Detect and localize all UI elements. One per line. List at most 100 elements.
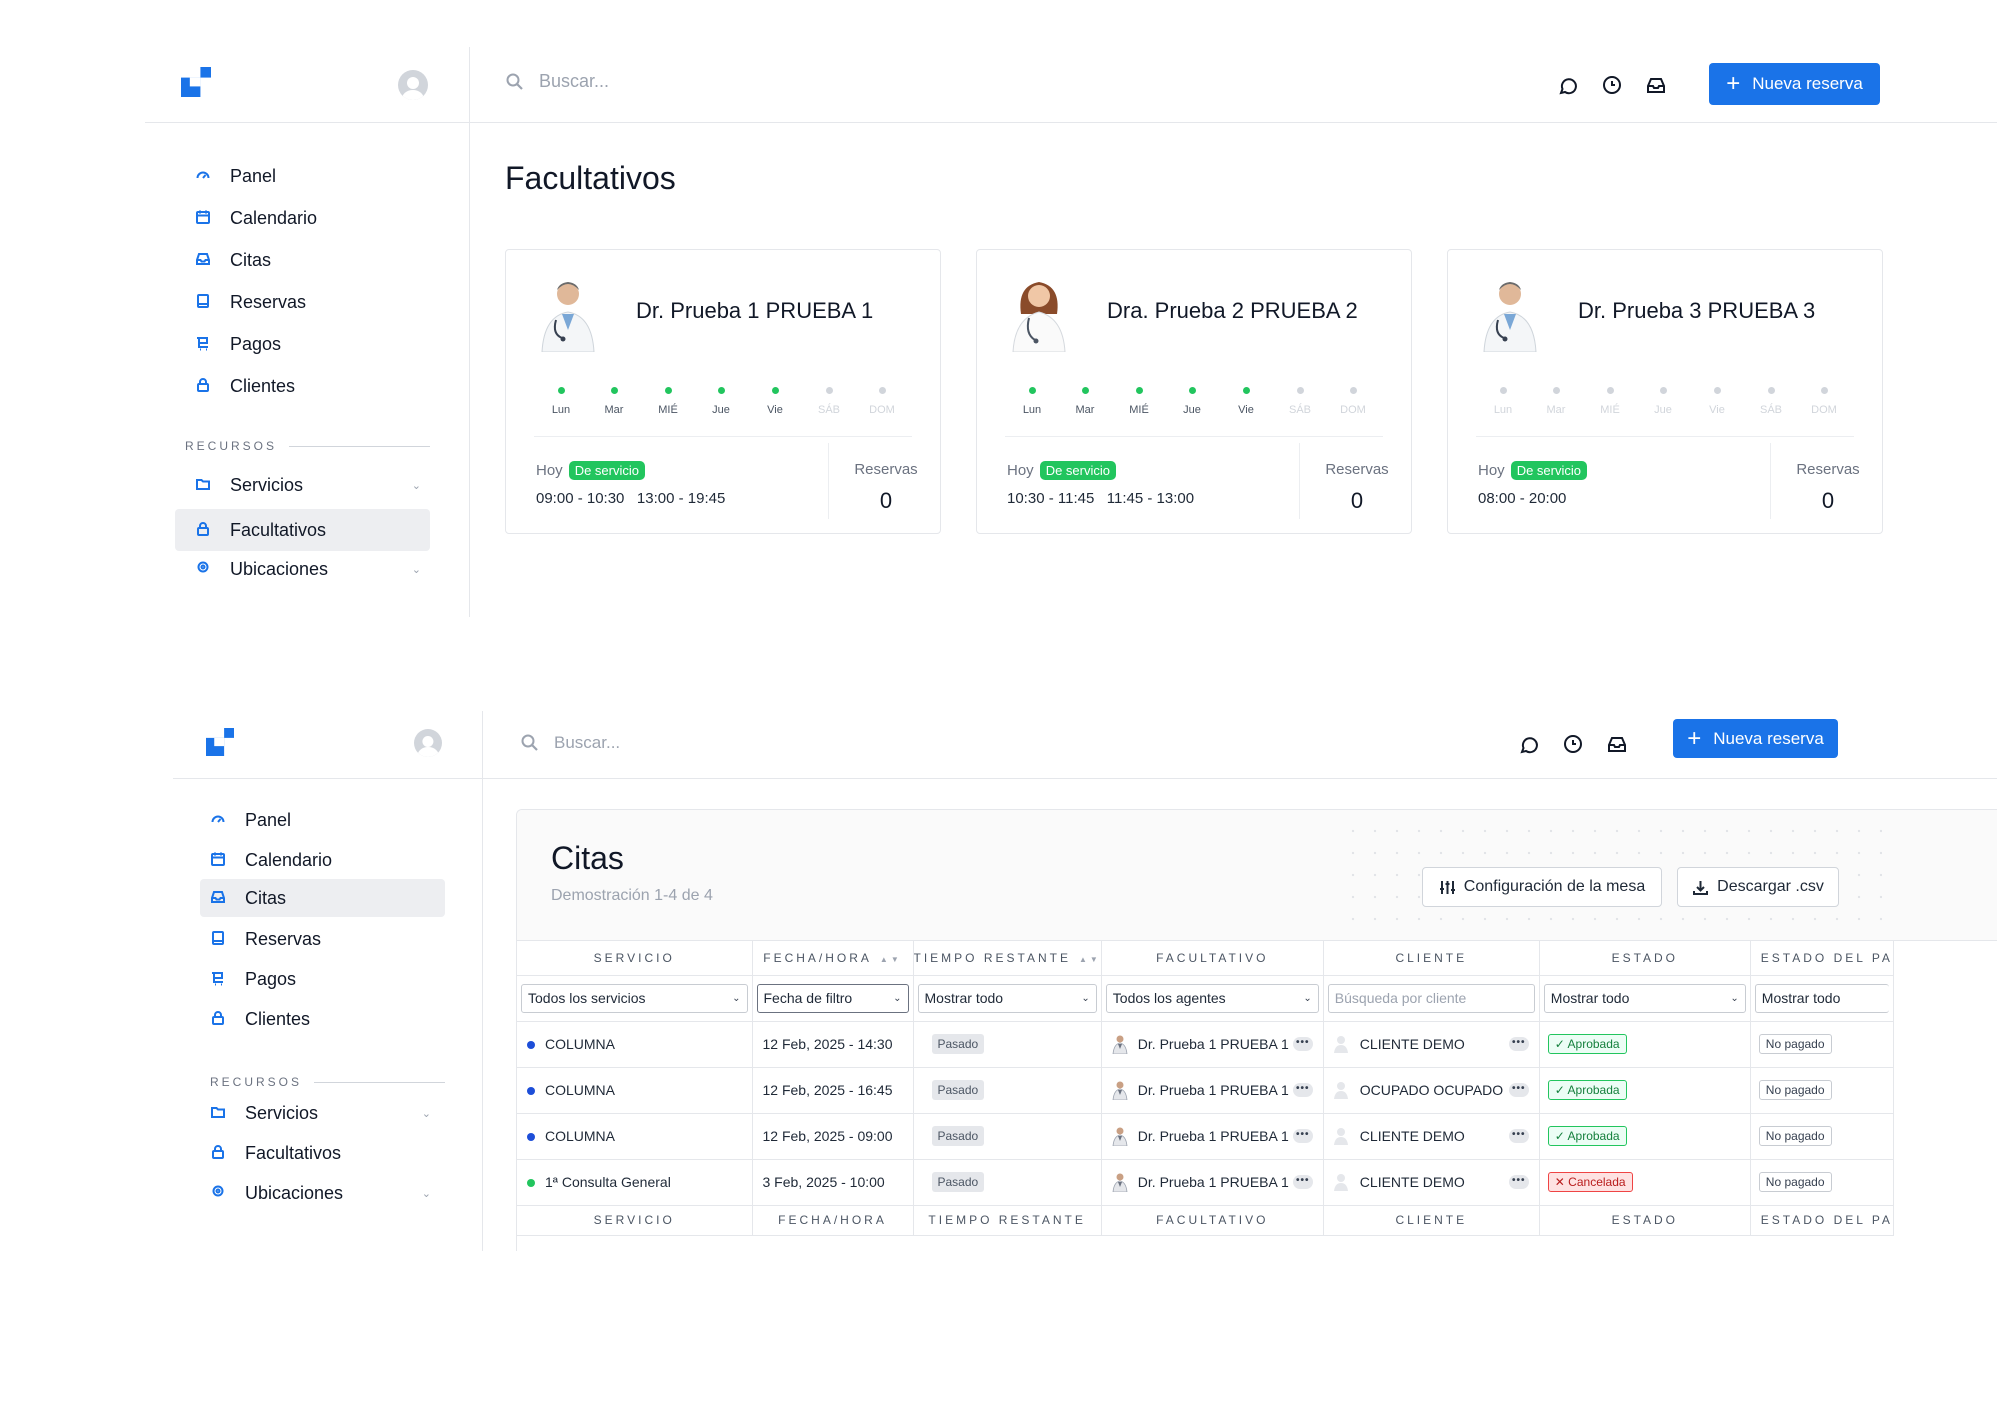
sidebar-item-panel[interactable]: Panel: [185, 158, 435, 194]
service-filter-select[interactable]: Todos los servicios ⌄: [521, 983, 748, 1013]
sidebar-item-ubicaciones[interactable]: Ubicaciones ⌄: [200, 1175, 445, 1211]
sidebar-item-label: Facultativos: [230, 519, 327, 540]
sidebar-item-calendario[interactable]: Calendario: [200, 842, 445, 878]
sidebar-item-servicios[interactable]: Servicios ⌄: [185, 467, 435, 503]
time-left-badge: Pasado: [931, 1034, 985, 1054]
table-row[interactable]: COLUMNA 12 Feb, 2025 - 16:45 Pasado Dr. …: [517, 1067, 1894, 1114]
dashboard-icon: [210, 811, 228, 829]
weekday: Lun: [534, 387, 588, 416]
sidebar-item-reservas[interactable]: Reservas: [185, 284, 435, 320]
clock-icon[interactable]: [1562, 733, 1584, 755]
column-header[interactable]: TIEMPO RESTANTE ▲▼: [913, 941, 1102, 976]
new-booking-button[interactable]: + Nueva reserva: [1673, 719, 1838, 758]
chevron-down-icon[interactable]: ⌄: [412, 563, 421, 576]
status-filter-select[interactable]: Mostrar todo ⌄: [1543, 983, 1746, 1013]
chevron-down-icon[interactable]: ⌄: [412, 479, 421, 492]
sidebar-item-citas[interactable]: Citas: [185, 242, 435, 278]
agent-filter-select[interactable]: Todos los agentes ⌄: [1105, 983, 1319, 1013]
more-icon[interactable]: •••: [1292, 1129, 1313, 1143]
sidebar-item-label: Pagos: [245, 968, 297, 989]
sidebar-item-pagos[interactable]: Pagos: [200, 961, 445, 997]
date-filter-select[interactable]: Fecha de filtro ⌄: [756, 983, 909, 1013]
chevron-down-icon[interactable]: ⌄: [422, 1107, 431, 1120]
sidebar-item-ubicaciones[interactable]: Ubicaciones ⌄: [185, 551, 435, 587]
chat-bubble-icon[interactable]: [1557, 74, 1579, 96]
column-header[interactable]: SERVICIO: [517, 941, 753, 976]
sidebar-item-facultativos[interactable]: Facultativos: [175, 509, 430, 551]
filter-row: Todos los servicios ⌄ Fecha de filtro ⌄ Mo…: [517, 975, 1894, 1022]
more-icon[interactable]: •••: [1508, 1083, 1529, 1097]
table-row[interactable]: COLUMNA 12 Feb, 2025 - 09:00 Pasado Dr. …: [517, 1113, 1894, 1160]
plus-icon: +: [1687, 724, 1702, 752]
more-icon[interactable]: •••: [1292, 1175, 1313, 1189]
sidebar-item-servicios[interactable]: Servicios ⌄: [200, 1095, 445, 1131]
payment-badge: No pagado: [1758, 1126, 1832, 1146]
doctor-card[interactable]: Dra. Prueba 2 PRUEBA 2 Lun Mar MIÉ Jue V…: [976, 249, 1412, 534]
sidebar-item-clientes[interactable]: Clientes: [200, 1001, 445, 1037]
new-booking-label: Nueva reserva: [1752, 74, 1863, 93]
more-icon[interactable]: •••: [1508, 1175, 1529, 1189]
new-booking-button[interactable]: + Nueva reserva: [1709, 63, 1880, 105]
more-icon[interactable]: •••: [1508, 1037, 1529, 1051]
sidebar-item-calendario[interactable]: Calendario: [185, 200, 435, 236]
sidebar-item-panel[interactable]: Panel: [200, 802, 445, 838]
doctor-photo: [536, 274, 600, 352]
sidebar-item-pagos[interactable]: Pagos: [185, 326, 435, 362]
nav-section-recursos: RECURSOS: [210, 1075, 445, 1089]
sidebar-item-reservas[interactable]: Reservas: [200, 921, 445, 957]
clock-icon[interactable]: [1601, 74, 1623, 96]
table-row[interactable]: COLUMNA 12 Feb, 2025 - 14:30 Pasado Dr. …: [517, 1021, 1894, 1068]
inbox-icon[interactable]: [1606, 733, 1628, 755]
search-box[interactable]: Buscar...: [520, 733, 620, 753]
sort-icon[interactable]: ▲▼: [1079, 955, 1100, 964]
column-header[interactable]: ESTADO DEL PA: [1750, 941, 1894, 976]
column-header[interactable]: FACULTATIVO: [1101, 941, 1324, 976]
weekday: Lun: [1005, 387, 1059, 416]
search-input[interactable]: Buscar...: [554, 733, 620, 753]
doctor-avatar: [1112, 1126, 1128, 1146]
status-badge: ✓ Aprobada: [1547, 1034, 1627, 1054]
column-header[interactable]: ESTADO: [1539, 941, 1751, 976]
time-left-filter-select[interactable]: Mostrar todo ⌄: [917, 983, 1097, 1013]
chevron-down-icon: ⌄: [893, 992, 902, 1004]
client-search-input[interactable]: Búsqueda por cliente: [1327, 983, 1535, 1013]
dashboard-icon: [195, 167, 213, 185]
search-input[interactable]: Buscar...: [539, 71, 609, 92]
inbox-icon[interactable]: [1645, 74, 1667, 96]
chevron-down-icon: ⌄: [1730, 992, 1739, 1004]
doctor-card[interactable]: Dr. Prueba 1 PRUEBA 1 Lun Mar MIÉ Jue Vi…: [505, 249, 941, 534]
client-avatar: [1334, 1081, 1348, 1099]
date-cell: 12 Feb, 2025 - 09:00: [752, 1113, 914, 1160]
time-left-badge: Pasado: [931, 1172, 985, 1192]
sidebar-item-label: Calendario: [230, 207, 318, 228]
avatar[interactable]: [398, 70, 428, 100]
chat-bubble-icon[interactable]: [1518, 733, 1540, 755]
doctor-card[interactable]: Dr. Prueba 3 PRUEBA 3 Lun Mar MIÉ Jue Vi…: [1447, 249, 1883, 534]
column-footer: FECHA/HORA: [752, 1205, 914, 1236]
sidebar-item-clientes[interactable]: Clientes: [185, 368, 435, 404]
more-icon[interactable]: •••: [1292, 1083, 1313, 1097]
more-icon[interactable]: •••: [1508, 1129, 1529, 1143]
sidebar-item-label: Pagos: [230, 333, 282, 354]
payment-filter-select[interactable]: Mostrar todo: [1754, 983, 1889, 1013]
column-footer: TIEMPO RESTANTE: [913, 1205, 1102, 1236]
sidebar-item-facultativos[interactable]: Facultativos: [200, 1135, 445, 1171]
table-config-button[interactable]: Configuración de la mesa: [1422, 867, 1662, 907]
avatar[interactable]: [414, 729, 442, 757]
app-logo-icon[interactable]: [181, 67, 211, 97]
sidebar-item-citas[interactable]: Citas: [200, 879, 445, 917]
sliders-icon: [1439, 880, 1455, 894]
search-box[interactable]: Buscar...: [505, 71, 609, 92]
more-icon[interactable]: •••: [1292, 1037, 1313, 1051]
app-logo-icon[interactable]: [206, 728, 234, 756]
download-csv-button[interactable]: Descargar .csv: [1677, 867, 1839, 907]
today-hours: 08:00 - 20:00: [1478, 490, 1567, 507]
column-header[interactable]: CLIENTE: [1323, 941, 1540, 976]
chevron-down-icon[interactable]: ⌄: [422, 1187, 431, 1200]
service-color-dot: [527, 1133, 535, 1142]
sort-icon[interactable]: ▲▼: [880, 955, 902, 964]
sidebar-item-label: Citas: [230, 249, 272, 270]
table-row[interactable]: 1ª Consulta General 3 Feb, 2025 - 10:00 …: [517, 1159, 1894, 1206]
column-header[interactable]: FECHA/HORA ▲▼: [752, 941, 914, 976]
facultativos-app: Buscar... + Nueva reserva Panel Calendar…: [145, 47, 1997, 617]
